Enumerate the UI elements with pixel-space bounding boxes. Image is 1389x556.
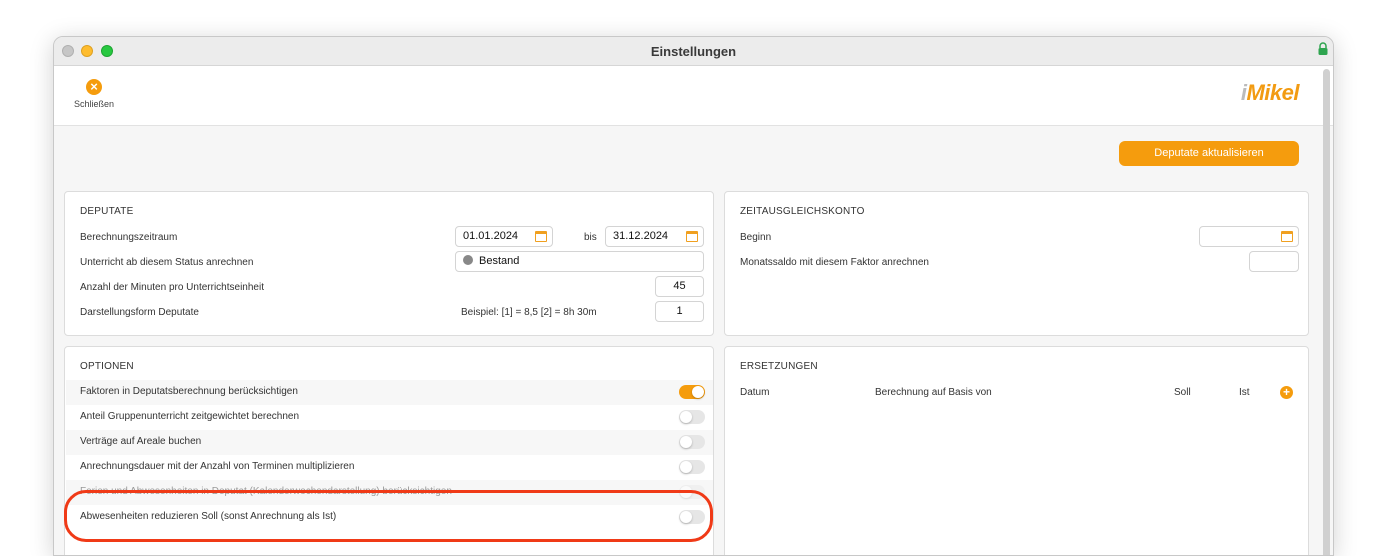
title-bar: Einstellungen <box>54 37 1333 66</box>
display-label: Darstellungsform Deputate <box>80 307 199 318</box>
period-to-field[interactable]: 31.12.2024 <box>605 226 704 247</box>
ersetzungen-panel: ERSETZUNGEN Datum Berechnung auf Basis v… <box>724 346 1309 555</box>
ersetzungen-title: ERSETZUNGEN <box>740 361 818 372</box>
minutes-label: Anzahl der Minuten pro Unterrichtseinhei… <box>80 282 264 293</box>
zeitausgleich-title: ZEITAUSGLEICHSKONTO <box>740 206 865 217</box>
option-toggle-abwesenheiten[interactable] <box>679 510 705 524</box>
option-row: Anrechnungsdauer mit der Anzahl von Term… <box>66 455 713 480</box>
scrollbar[interactable] <box>1323 69 1330 555</box>
status-dot-icon <box>463 255 473 265</box>
close-button[interactable]: × Schließen <box>70 78 118 109</box>
factor-field[interactable] <box>1249 251 1299 272</box>
option-label: Ferien und Abwesenheiten in Deputat (Kal… <box>80 486 452 497</box>
option-row: Faktoren in Deputatsberechnung berücksic… <box>66 380 713 405</box>
option-label: Anteil Gruppenunterricht zeitgewichtet b… <box>80 411 300 422</box>
display-field[interactable]: 1 <box>655 301 704 322</box>
calendar-icon[interactable] <box>535 231 547 242</box>
column-basis: Berechnung auf Basis von <box>875 387 992 398</box>
add-replacement-icon[interactable]: + <box>1280 386 1293 399</box>
begin-label: Beginn <box>740 232 772 243</box>
option-label: Anrechnungsdauer mit der Anzahl von Term… <box>80 461 355 472</box>
option-row: Verträge auf Areale buchen <box>66 430 713 455</box>
option-row: Ferien und Abwesenheiten in Deputat (Kal… <box>66 480 713 505</box>
begin-date-field[interactable] <box>1199 226 1299 247</box>
deputate-title: DEPUTATE <box>80 206 134 217</box>
minutes-field[interactable]: 45 <box>655 276 704 297</box>
lock-icon <box>1318 42 1328 55</box>
column-soll: Soll <box>1174 387 1191 398</box>
status-label: Unterricht ab diesem Status anrechnen <box>80 257 254 268</box>
column-datum: Datum <box>740 387 770 398</box>
toolbar: × Schließen iMikel <box>54 66 1333 126</box>
period-to-label: bis <box>584 232 597 243</box>
settings-window: Einstellungen × Schließen iMikel Deputat… <box>53 36 1334 556</box>
display-example: Beispiel: [1] = 8,5 [2] = 8h 30m <box>461 307 597 318</box>
window-title: Einstellungen <box>650 44 737 59</box>
optionen-title: OPTIONEN <box>80 361 134 372</box>
close-icon: × <box>86 79 102 95</box>
option-row: Abwesenheiten reduzieren Soll (sonst Anr… <box>66 505 713 530</box>
column-ist: Ist <box>1239 387 1250 398</box>
status-select[interactable]: Bestand <box>455 251 704 272</box>
option-label: Verträge auf Areale buchen <box>80 436 202 447</box>
option-toggle-ferien[interactable] <box>679 485 705 499</box>
close-button-label: Schließen <box>73 99 115 109</box>
period-from-field[interactable]: 01.01.2024 <box>455 226 553 247</box>
calendar-icon[interactable] <box>686 231 698 242</box>
deputate-panel: DEPUTATE Berechnungszeitraum 01.01.2024 … <box>64 191 714 336</box>
option-label: Faktoren in Deputatsberechnung berücksic… <box>80 386 298 397</box>
option-toggle-anrechnungsdauer[interactable] <box>679 460 705 474</box>
option-label: Abwesenheiten reduzieren Soll (sonst Anr… <box>80 511 337 522</box>
option-row: Anteil Gruppenunterricht zeitgewichtet b… <box>66 405 713 430</box>
factor-label: Monatssaldo mit diesem Faktor anrechnen <box>740 257 929 268</box>
update-deputate-button[interactable]: Deputate aktualisieren <box>1119 141 1299 166</box>
imikel-logo: iMikel <box>1240 80 1300 105</box>
option-toggle-faktoren[interactable] <box>679 385 705 399</box>
zeitausgleich-panel: ZEITAUSGLEICHSKONTO Beginn Monatssaldo m… <box>724 191 1309 336</box>
optionen-panel: OPTIONEN Faktoren in Deputatsberechnung … <box>64 346 714 555</box>
period-label: Berechnungszeitraum <box>80 232 178 243</box>
calendar-icon[interactable] <box>1281 231 1293 242</box>
option-toggle-gruppenunterricht[interactable] <box>679 410 705 424</box>
option-toggle-areale[interactable] <box>679 435 705 449</box>
